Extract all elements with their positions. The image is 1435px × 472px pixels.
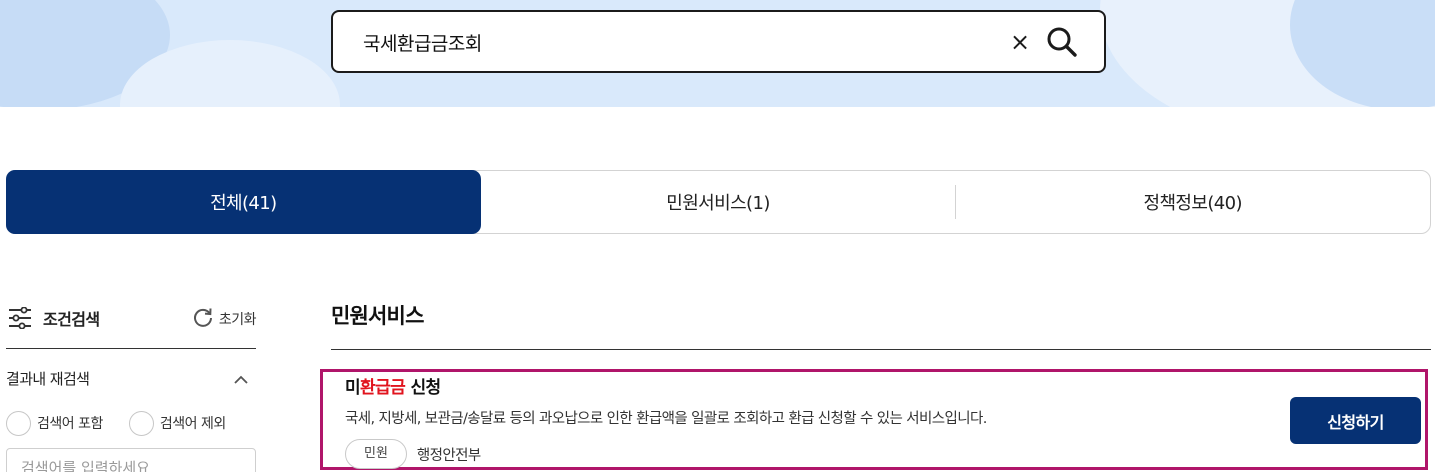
- radio-exclude[interactable]: [128, 410, 154, 436]
- filter-title: 조건검색: [43, 310, 100, 329]
- research-toggle[interactable]: 결과내 재검색: [6, 366, 256, 390]
- close-icon[interactable]: ×: [1008, 29, 1032, 55]
- title-suffix: 신청: [405, 378, 441, 398]
- result-title[interactable]: 미환급금 신청: [345, 373, 441, 398]
- radio-include[interactable]: [6, 410, 31, 436]
- title-highlight: 환급금: [360, 378, 406, 398]
- tab-all[interactable]: 전체(41): [6, 170, 481, 234]
- refresh-icon: [192, 306, 214, 332]
- apply-button[interactable]: 신청하기: [1290, 397, 1421, 444]
- tab-policy-info[interactable]: 정책정보(40): [955, 171, 1430, 233]
- tab-label: 전체(41): [210, 193, 277, 214]
- category-tabs: 전체(41) 민원서비스(1) 정책정보(40): [6, 170, 1431, 234]
- search-hero: ×: [0, 0, 1435, 107]
- filter-header: 조건검색 초기화: [8, 304, 257, 333]
- search-scope-options: 검색어 포함 검색어 제외: [6, 410, 246, 436]
- divider: [6, 348, 256, 349]
- tab-civil-service[interactable]: 민원서비스(1): [481, 171, 956, 233]
- sliders-icon: [8, 306, 32, 333]
- reset-button[interactable]: 초기화: [192, 306, 257, 332]
- result-card: 미환급금 신청 국세, 지방세, 보관금/송달료 등의 과오납으로 인한 환급액…: [320, 369, 1428, 470]
- tab-label: 정책정보(40): [1143, 193, 1242, 214]
- result-description: 국세, 지방세, 보관금/송달료 등의 과오납으로 인한 환급액을 일괄로 조회…: [345, 411, 987, 427]
- research-input[interactable]: [6, 448, 256, 472]
- divider: [331, 349, 1431, 350]
- section-title: 민원서비스: [331, 304, 424, 328]
- radio-include-label: 검색어 포함: [37, 416, 103, 432]
- search-box: ×: [331, 10, 1106, 73]
- category-badge: 민원: [345, 439, 407, 469]
- chevron-up-icon: [234, 370, 248, 389]
- search-input[interactable]: [363, 24, 983, 60]
- reset-label: 초기화: [218, 312, 257, 328]
- agency-name: 행정안전부: [416, 447, 481, 464]
- radio-exclude-label: 검색어 제외: [159, 416, 226, 432]
- title-prefix: 미: [345, 378, 361, 398]
- result-meta: 민원 행정안전부: [345, 439, 481, 469]
- search-icon[interactable]: [1046, 26, 1078, 58]
- tab-divider: [955, 185, 957, 219]
- research-label: 결과내 재검색: [6, 370, 90, 388]
- tab-label: 민원서비스(1): [666, 193, 770, 214]
